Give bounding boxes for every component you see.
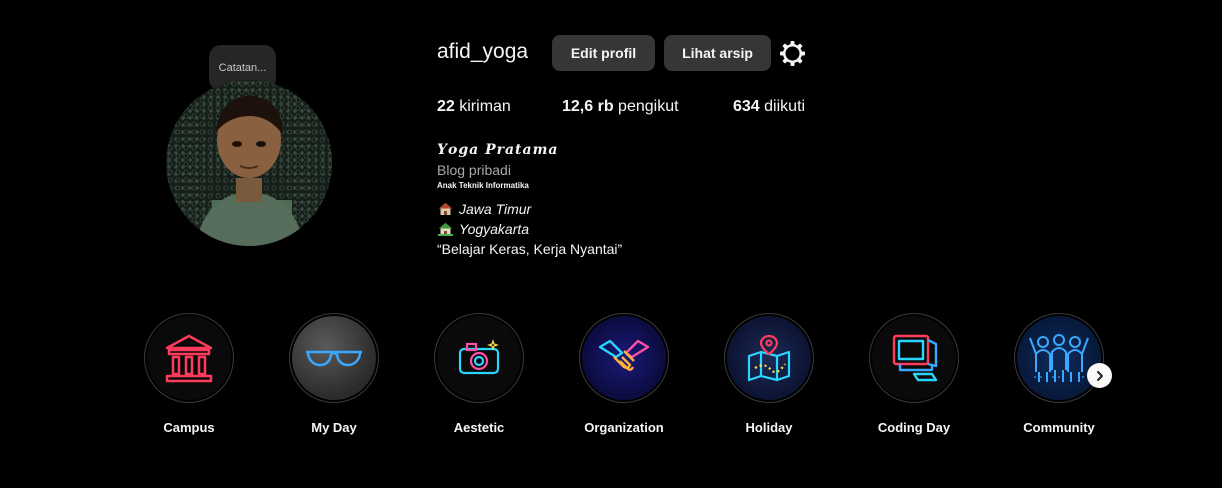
highlight-label: Community <box>1023 420 1095 435</box>
map-icon <box>747 334 791 382</box>
profile-category: Blog pribadi <box>437 162 511 178</box>
camera-icon <box>458 339 500 375</box>
avatar-photo <box>166 80 332 246</box>
handshake-icon <box>598 339 650 371</box>
highlight-coding-day[interactable]: Coding Day <box>867 313 961 435</box>
posts-count: 22 <box>437 98 455 115</box>
highlight-label: Organization <box>584 420 664 435</box>
edit-profile-button[interactable]: Edit profil <box>552 35 655 71</box>
highlight-label: My Day <box>311 420 357 435</box>
highlight-label: Campus <box>163 420 215 435</box>
followers-stat[interactable]: 12,6 rb pengikut <box>562 98 679 116</box>
note-text: Catatan... <box>218 62 267 74</box>
highlight-holiday[interactable]: Holiday <box>722 313 816 435</box>
bio-origin: Jawa Timur <box>459 201 532 217</box>
following-stat[interactable]: 634 diikuti <box>733 98 805 116</box>
following-count: 634 <box>733 98 760 115</box>
house-garden-icon <box>438 222 453 236</box>
highlight-label: Holiday <box>745 420 793 435</box>
bio-origin-line: Jawa Timur <box>438 201 531 217</box>
followers-count: 12,6 rb <box>562 98 614 115</box>
avatar[interactable] <box>166 80 332 246</box>
following-label: diikuti <box>764 98 806 115</box>
sunglasses-icon <box>306 350 362 367</box>
highlight-campus[interactable]: Campus <box>142 313 236 435</box>
bio-tagline: Anak Teknik Informatika <box>437 181 529 190</box>
people-icon <box>1029 334 1089 382</box>
full-name: 𝒀𝒐𝒈𝒂 𝑷𝒓𝒂𝒕𝒂𝒎𝒂 <box>437 142 559 158</box>
bio-current: Yogyakarta <box>459 221 530 237</box>
highlight-label: Coding Day <box>877 420 951 435</box>
bio-quote: “Belajar Keras, Kerja Nyantai” <box>437 241 623 257</box>
highlight-organization[interactable]: Organization <box>577 313 671 435</box>
bio-current-line: Yogyakarta <box>438 221 529 237</box>
gear-icon[interactable] <box>779 40 806 67</box>
highlight-aestetic[interactable]: Aestetic <box>432 313 526 435</box>
posts-stat: 22 kiriman <box>437 98 511 116</box>
posts-label: kiriman <box>459 98 511 115</box>
followers-label: pengikut <box>618 98 679 115</box>
highlight-label: Aestetic <box>453 420 505 435</box>
view-archive-button[interactable]: Lihat arsip <box>664 35 771 71</box>
computer-icon <box>892 334 938 382</box>
highlight-my-day[interactable]: My Day <box>287 313 381 435</box>
chevron-right-icon[interactable] <box>1087 363 1112 388</box>
building-icon <box>165 334 213 383</box>
username: afid_yoga <box>437 40 529 63</box>
house-icon <box>438 202 453 216</box>
